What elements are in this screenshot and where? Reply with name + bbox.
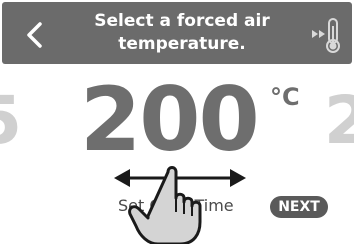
temperature-select-screen: Select a forced air temperature. 5 200 °…: [0, 0, 354, 244]
header-bar: Select a forced air temperature.: [2, 2, 352, 64]
temperature-option-previous[interactable]: 5: [0, 85, 22, 157]
chevron-left-icon: [27, 22, 42, 48]
next-button[interactable]: NEXT: [270, 196, 328, 218]
page-title: Select a forced air temperature.: [94, 11, 270, 54]
set-cook-time-link[interactable]: Set Cook Time: [118, 196, 234, 216]
forced-air-thermometer-icon: [310, 16, 344, 54]
back-button[interactable]: [22, 20, 48, 50]
temperature-option-next[interactable]: 2: [324, 85, 354, 157]
temperature-unit: °C: [270, 83, 300, 111]
temperature-value-selected[interactable]: 200: [80, 72, 260, 168]
